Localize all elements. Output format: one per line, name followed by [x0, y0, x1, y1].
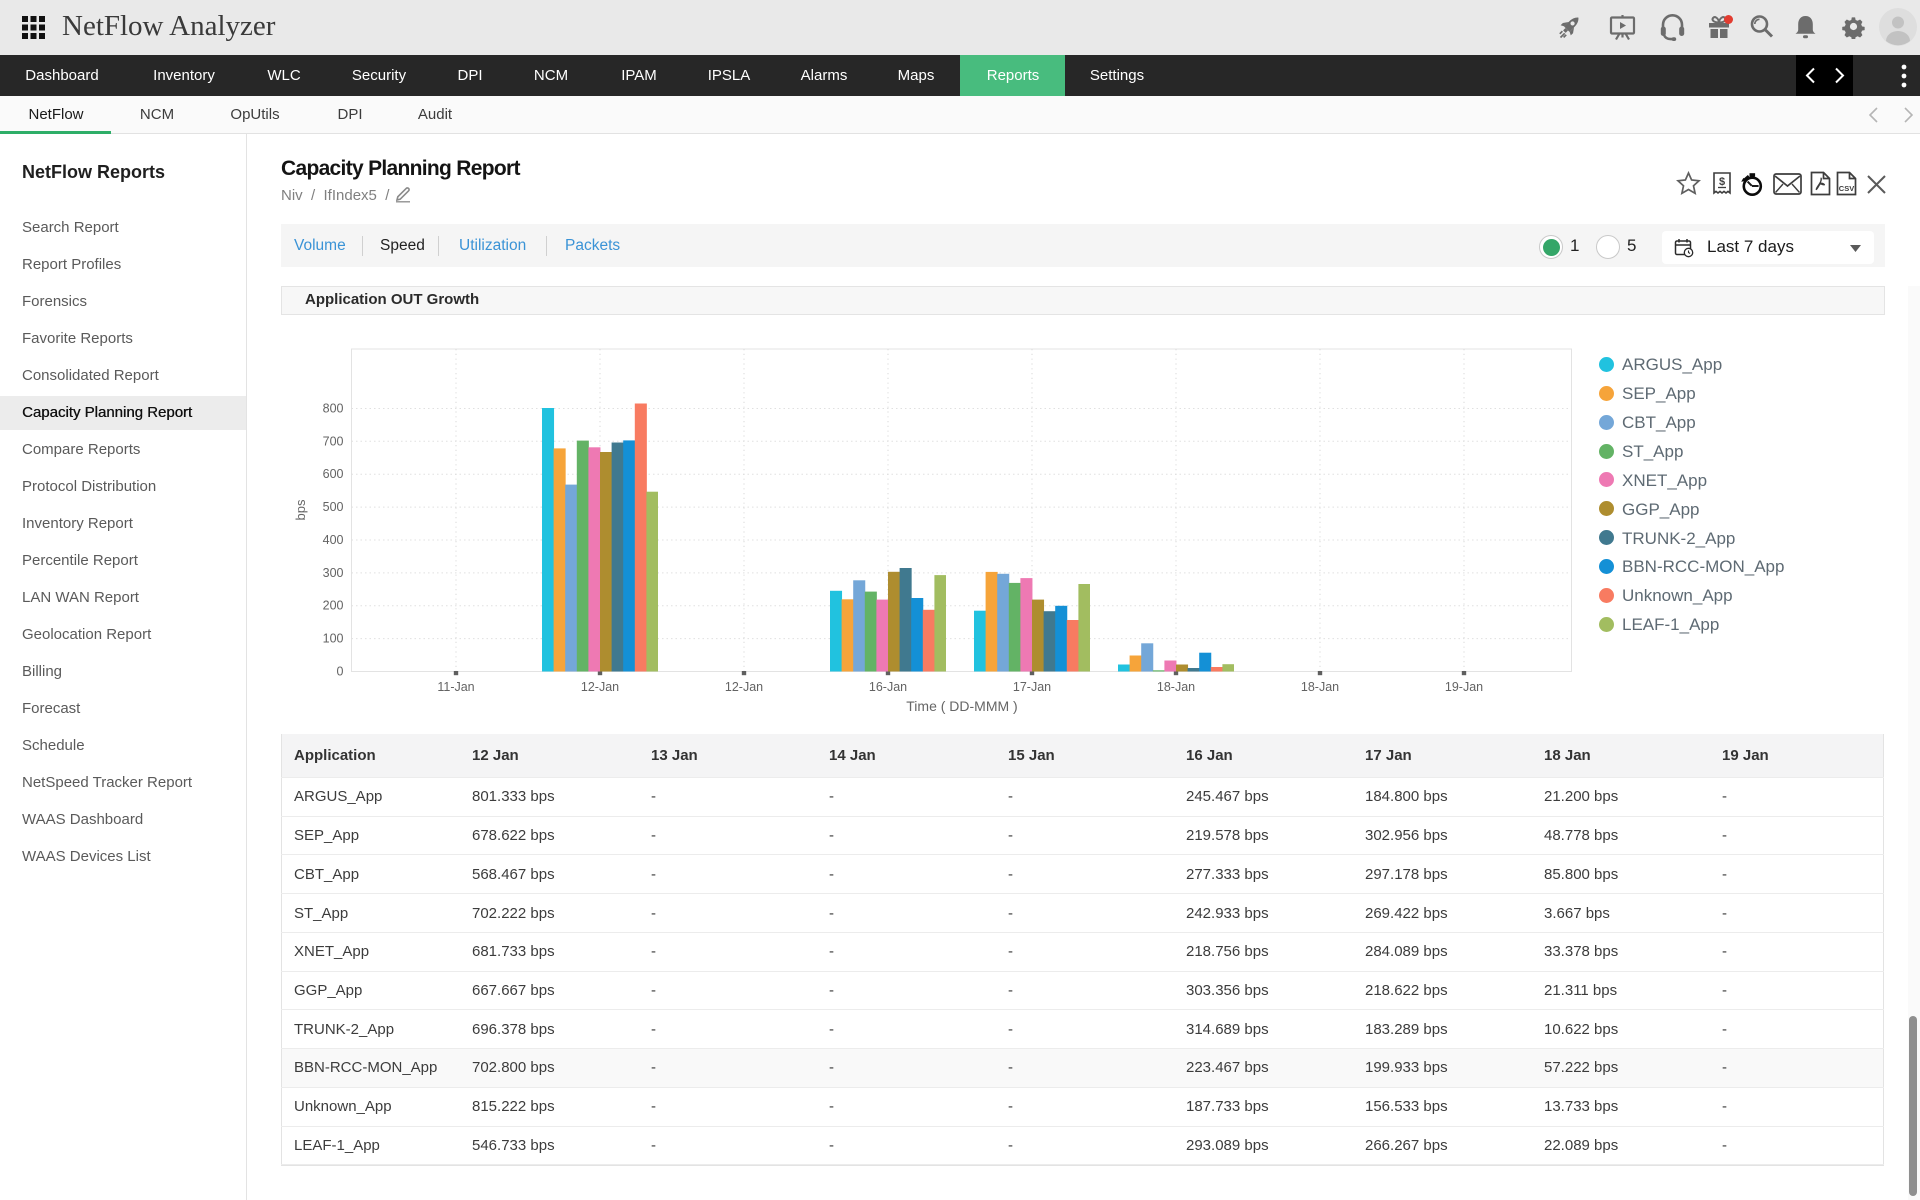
svg-text:0: 0 [337, 665, 344, 679]
svg-text:18-Jan: 18-Jan [1301, 680, 1339, 694]
svg-text:300: 300 [323, 566, 344, 580]
svg-text:800: 800 [323, 402, 344, 416]
svg-text:11-Jan: 11-Jan [437, 680, 474, 694]
svg-text:17-Jan: 17-Jan [1013, 680, 1051, 694]
svg-text:18-Jan: 18-Jan [1157, 680, 1195, 694]
svg-text:200: 200 [323, 599, 344, 613]
svg-text:$: $ [1719, 176, 1725, 188]
svg-text:bps: bps [293, 499, 308, 520]
svg-text:700: 700 [323, 434, 344, 448]
svg-text:600: 600 [323, 467, 344, 481]
svg-text:Time ( DD-MMM ): Time ( DD-MMM ) [906, 698, 1017, 714]
svg-text:19-Jan: 19-Jan [1445, 680, 1483, 694]
svg-text:400: 400 [323, 533, 344, 547]
svg-text:12-Jan: 12-Jan [725, 680, 763, 694]
svg-text:500: 500 [323, 500, 344, 514]
svg-text:12-Jan: 12-Jan [581, 680, 619, 694]
svg-text:CSV: CSV [1839, 184, 1854, 193]
svg-text:100: 100 [323, 632, 344, 646]
svg-text:16-Jan: 16-Jan [869, 680, 907, 694]
